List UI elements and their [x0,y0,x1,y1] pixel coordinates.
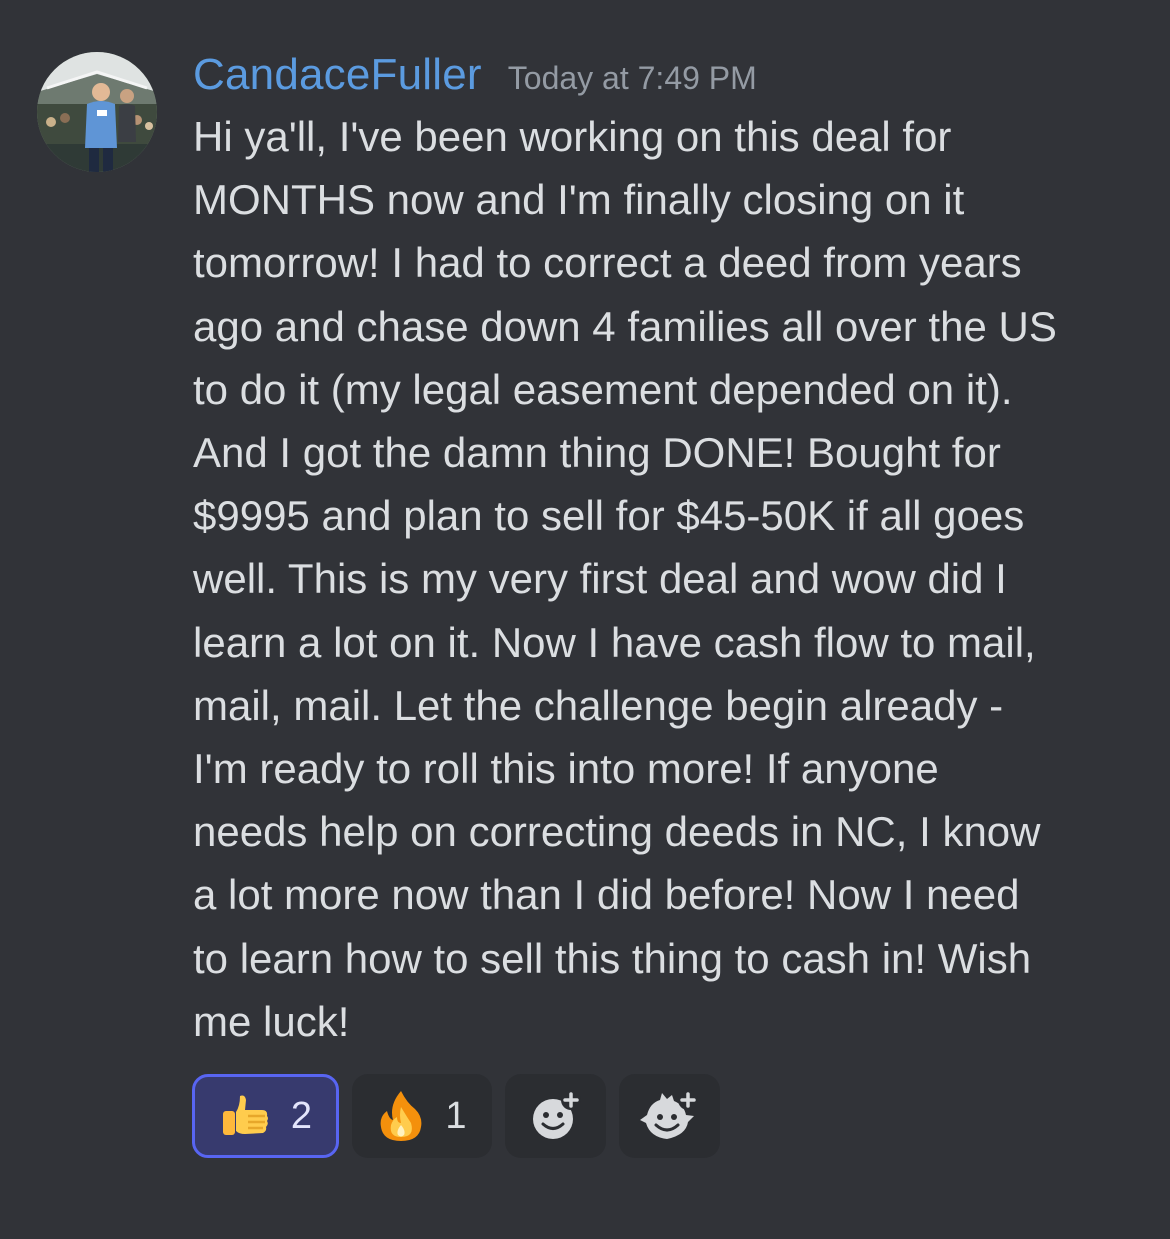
message-header: CandaceFuller Today at 7:49 PM [193,50,757,100]
message-content: Hi ya'll, I've been working on this deal… [193,113,1057,1045]
add-super-reaction-button[interactable] [619,1074,720,1158]
add-super-reaction-icon [639,1089,700,1143]
reaction-bar: 2 1 [192,1074,720,1158]
thumbs-up-icon [219,1090,271,1142]
username[interactable]: CandaceFuller [193,50,482,100]
chat-message: CandaceFuller Today at 7:49 PM Hi ya'll,… [0,0,1170,1239]
reaction-count: 1 [445,1094,467,1137]
avatar[interactable] [37,52,157,172]
add-reaction-icon [529,1089,583,1143]
add-reaction-button[interactable] [505,1074,606,1158]
reaction-count: 2 [290,1094,313,1137]
timestamp: Today at 7:49 PM [507,60,757,96]
avatar-photo [37,52,157,172]
reaction-fire[interactable]: 1 [352,1074,492,1158]
fire-icon [377,1089,425,1143]
reaction-thumbs-up[interactable]: 2 [192,1074,339,1158]
